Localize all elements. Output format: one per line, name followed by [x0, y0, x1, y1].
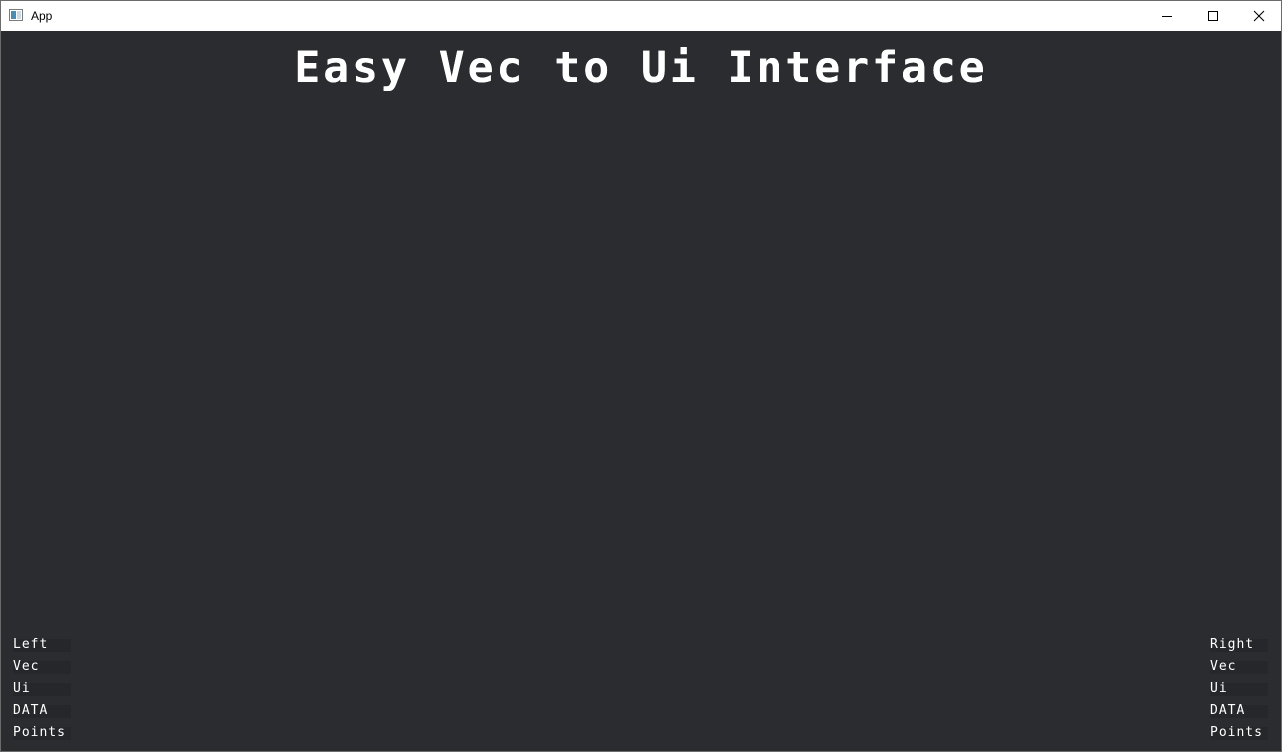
window-title: App [31, 9, 53, 23]
maximize-button[interactable] [1190, 1, 1236, 31]
left-item-label: DATA [13, 703, 49, 718]
close-icon [1253, 10, 1265, 22]
maximize-icon [1208, 11, 1218, 21]
left-item-label: Vec [13, 659, 40, 674]
left-item-label: Points [13, 725, 66, 740]
headline-title: Easy Vec to Ui Interface [294, 43, 988, 93]
left-item-label: Ui [13, 681, 31, 696]
app-canvas[interactable]: Easy Vec to Ui Interface Left Vec Ui DAT… [1, 31, 1281, 751]
right-item-label: Right [1210, 637, 1255, 652]
right-item-label: Vec [1210, 659, 1237, 674]
minimize-button[interactable] [1144, 1, 1190, 31]
left-item-label: Left [13, 637, 49, 652]
close-button[interactable] [1236, 1, 1282, 31]
right-item-label: DATA [1210, 703, 1246, 718]
minimize-icon [1162, 16, 1172, 17]
right-item-label: Ui [1210, 681, 1228, 696]
right-item-label: Points [1210, 725, 1263, 740]
app-icon [9, 9, 23, 21]
title-bar[interactable]: App [1, 1, 1281, 31]
app-window: App Easy Vec to Ui Interface Left Vec Ui… [0, 0, 1282, 752]
